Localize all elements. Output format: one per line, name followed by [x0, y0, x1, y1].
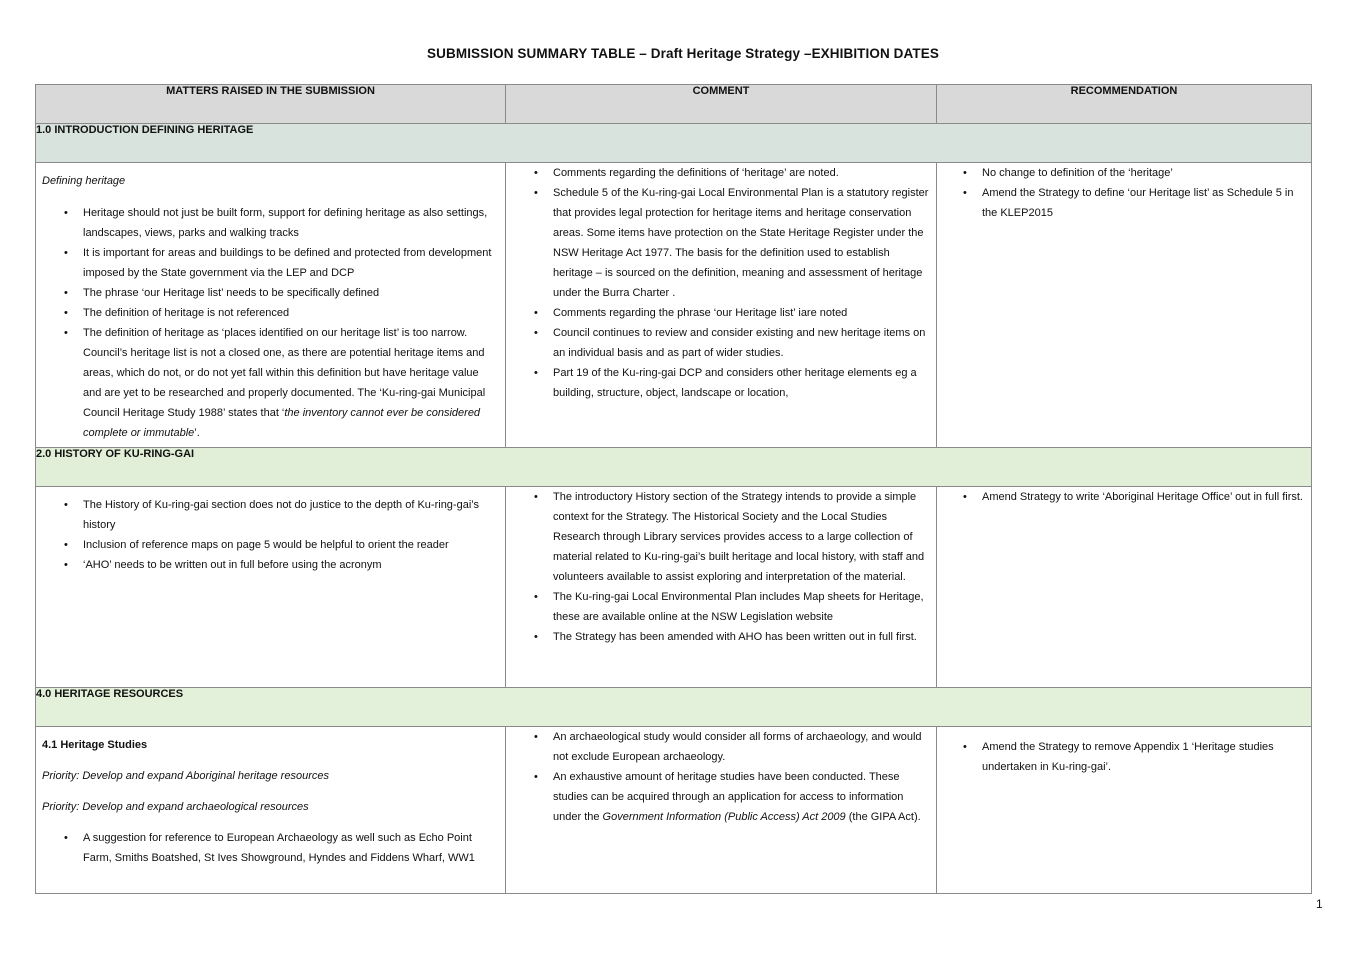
recommendation-cell: Amend Strategy to write ‘Aboriginal Heri… [936, 486, 1312, 688]
section-heading: 4.0 HERITAGE RESOURCES [35, 687, 1312, 727]
list-item: An exhaustive amount of heritage studies… [534, 767, 930, 827]
document-title: SUBMISSION SUMMARY TABLE – Draft Heritag… [427, 46, 939, 61]
matters-cell: 4.1 Heritage Studies Priority: Develop a… [35, 726, 506, 894]
list-item: A suggestion for reference to European A… [64, 828, 499, 868]
list-item: Council continues to review and consider… [534, 323, 930, 363]
comment-cell: The introductory History section of the … [505, 486, 937, 688]
header-row: MATTERS RAISED IN THE SUBMISSION COMMENT… [35, 84, 1312, 124]
list-item: Amend the Strategy to remove Appendix 1 … [963, 737, 1305, 777]
header-recommendation: RECOMMENDATION [936, 84, 1312, 124]
recommendation-cell: No change to definition of the ‘heritage… [936, 162, 1312, 448]
matters-cell: Defining heritage Heritage should not ju… [35, 162, 506, 448]
list-item: The History of Ku-ring-gai section does … [64, 495, 499, 535]
header-matters: MATTERS RAISED IN THE SUBMISSION [35, 84, 506, 124]
list-item: The introductory History section of the … [534, 487, 930, 587]
table-row: Defining heritage Heritage should not ju… [35, 162, 1312, 448]
table-row: The History of Ku-ring-gai section does … [35, 486, 1312, 688]
matters-intro: Defining heritage [42, 175, 126, 187]
list-item: No change to definition of the ‘heritage… [963, 163, 1305, 183]
recommendation-cell: Amend the Strategy to remove Appendix 1 … [936, 726, 1312, 894]
list-item: Comments regarding the definitions of ‘h… [534, 163, 930, 183]
header-comment: COMMENT [505, 84, 937, 124]
list-item: ‘AHO’ needs to be written out in full be… [64, 555, 499, 575]
section-heading: 1.0 INTRODUCTION DEFINING HERITAGE [35, 123, 1312, 163]
list-item: Amend Strategy to write ‘Aboriginal Heri… [963, 487, 1305, 507]
section-row: 4.0 HERITAGE RESOURCES [35, 687, 1312, 727]
list-item: Schedule 5 of the Ku-ring-gai Local Envi… [534, 183, 930, 303]
act-title: Government Information (Public Access) A… [602, 811, 846, 823]
subsection-heading: 4.1 Heritage Studies [42, 739, 148, 751]
submission-summary-table: MATTERS RAISED IN THE SUBMISSION COMMENT… [35, 84, 1312, 894]
list-item: The Strategy has been amended with AHO h… [534, 627, 930, 647]
list-item: An archaeological study would consider a… [534, 727, 930, 767]
list-item-text-end: (the GIPA Act). [845, 811, 921, 823]
priority-line: Priority: Develop and expand archaeologi… [42, 801, 309, 813]
page-number: 1 [1316, 897, 1323, 911]
list-item: The definition of heritage is not refere… [64, 303, 499, 323]
table-row: 4.1 Heritage Studies Priority: Develop a… [35, 726, 1312, 894]
list-item: The Ku-ring-gai Local Environmental Plan… [534, 587, 930, 627]
section-row: 2.0 HISTORY OF KU-RING-GAI [35, 447, 1312, 487]
list-item: The definition of heritage as ‘places id… [64, 323, 499, 443]
priority-line: Priority: Develop and expand Aboriginal … [42, 770, 329, 782]
list-item: Heritage should not just be built form, … [64, 203, 499, 243]
list-item-text: The definition of heritage as ‘places id… [83, 327, 486, 419]
section-row: 1.0 INTRODUCTION DEFINING HERITAGE [35, 123, 1312, 163]
matters-cell: The History of Ku-ring-gai section does … [35, 486, 506, 688]
section-heading: 2.0 HISTORY OF KU-RING-GAI [35, 447, 1312, 487]
list-item: Comments regarding the phrase ‘our Herit… [534, 303, 930, 323]
list-item-text-end: ’. [194, 427, 200, 439]
comment-cell: Comments regarding the definitions of ‘h… [505, 162, 937, 448]
list-item: Inclusion of reference maps on page 5 wo… [64, 535, 499, 555]
list-item: Part 19 of the Ku-ring-gai DCP and consi… [534, 363, 930, 403]
list-item: The phrase ‘our Heritage list’ needs to … [64, 283, 499, 303]
comment-cell: An archaeological study would consider a… [505, 726, 937, 894]
list-item: Amend the Strategy to define ‘our Herita… [963, 183, 1305, 223]
list-item: It is important for areas and buildings … [64, 243, 499, 283]
